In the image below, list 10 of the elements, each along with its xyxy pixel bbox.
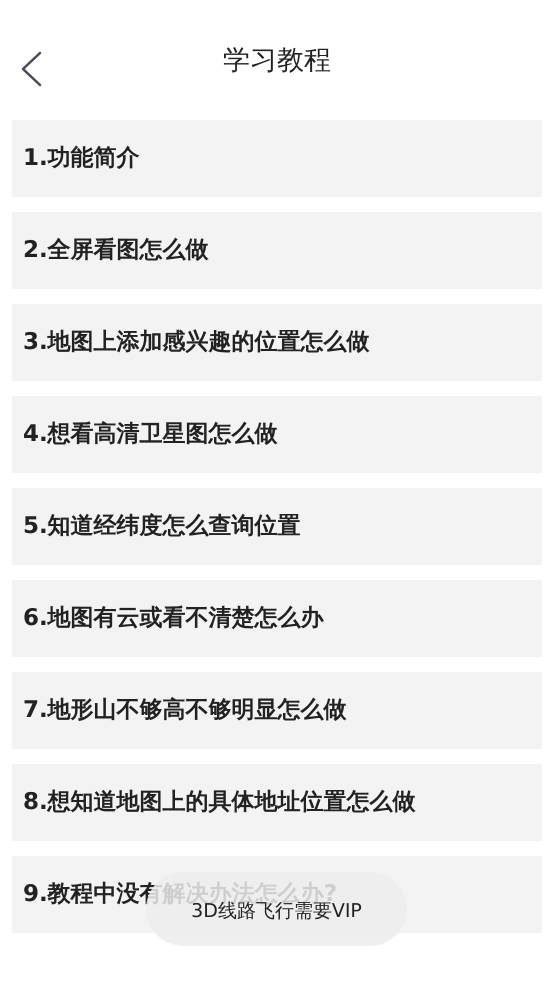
tutorial-item[interactable]: 1.功能简介 bbox=[12, 120, 542, 197]
tutorial-item[interactable]: 5.知道经纬度怎么查询位置 bbox=[12, 488, 542, 565]
tutorial-item[interactable]: 4.想看高清卫星图怎么做 bbox=[12, 396, 542, 473]
page-title: 学习教程 bbox=[223, 44, 331, 78]
tutorial-item[interactable]: 3.地图上添加感兴趣的位置怎么做 bbox=[12, 304, 542, 381]
tutorial-item[interactable]: 2.全屏看图怎么做 bbox=[12, 212, 542, 289]
tutorial-item[interactable]: 7.地形山不够高不够明显怎么做 bbox=[12, 672, 542, 749]
back-icon bbox=[20, 51, 42, 87]
tutorial-item[interactable]: 8.想知道地图上的具体地址位置怎么做 bbox=[12, 764, 542, 841]
tutorial-item[interactable]: 6.地图有云或看不清楚怎么办 bbox=[12, 580, 542, 657]
